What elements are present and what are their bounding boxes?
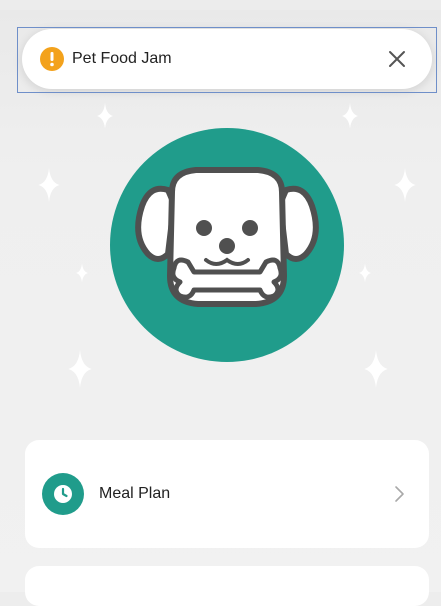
dog-with-bone-icon bbox=[110, 128, 344, 362]
menu-item-label: Meal Plan bbox=[99, 485, 171, 502]
sparkle-icon bbox=[68, 350, 92, 388]
close-button[interactable] bbox=[382, 44, 412, 74]
sparkle-icon bbox=[394, 168, 416, 202]
clock-icon bbox=[42, 473, 84, 515]
sparkle-icon bbox=[76, 262, 88, 284]
close-icon bbox=[389, 51, 405, 67]
sparkle-icon bbox=[359, 262, 371, 284]
sparkle-icon bbox=[364, 350, 388, 388]
menu-item-meal-plan[interactable]: Meal Plan bbox=[25, 440, 429, 548]
warning-icon bbox=[40, 47, 64, 71]
sparkle-icon bbox=[38, 168, 60, 202]
alert-title: Pet Food Jam bbox=[72, 50, 172, 67]
sparkle-icon bbox=[97, 103, 113, 129]
sparkle-icon bbox=[342, 103, 358, 129]
alert-banner[interactable]: Pet Food Jam bbox=[22, 29, 432, 89]
menu-card[interactable] bbox=[25, 566, 429, 606]
chevron-right-icon bbox=[393, 483, 407, 505]
